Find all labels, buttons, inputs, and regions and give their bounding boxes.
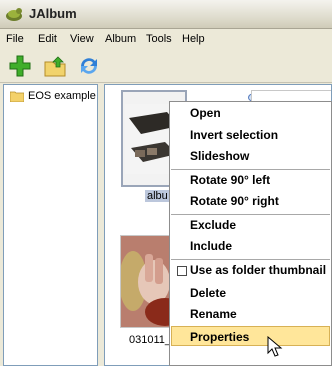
context-menu: Open Invert selection Slideshow Rotate 9… [169, 101, 332, 366]
menu-album[interactable]: Album [105, 33, 136, 45]
menu-tools[interactable]: Tools [146, 33, 172, 45]
folder-thumbnail-checkbox[interactable] [177, 266, 187, 276]
tree-item-eos-example[interactable]: EOS example [10, 90, 96, 102]
jalbum-logo-icon [6, 8, 22, 21]
menu-item-rename[interactable]: Rename [190, 307, 237, 321]
menu-item-properties[interactable]: Properties [190, 330, 249, 344]
menu-item-delete[interactable]: Delete [190, 286, 226, 300]
menu-item-use-as-folder-thumbnail[interactable]: Use as folder thumbnail [190, 263, 326, 277]
menu-item-rotate-right[interactable]: Rotate 90° right [190, 194, 279, 208]
folder-up-icon[interactable] [43, 54, 67, 78]
title-bar[interactable]: JAlbum [0, 0, 332, 29]
thumbnail-caption-selected: albu [145, 190, 170, 202]
refresh-icon[interactable] [77, 54, 101, 78]
menu-help[interactable]: Help [182, 33, 205, 45]
menu-separator [171, 214, 330, 215]
thumbnail-caption: 031011_ [129, 334, 172, 346]
folder-icon [10, 91, 24, 102]
window-title: JAlbum [29, 6, 77, 21]
menu-edit[interactable]: Edit [38, 33, 57, 45]
menu-file[interactable]: File [6, 33, 24, 45]
menu-item-exclude[interactable]: Exclude [190, 218, 236, 232]
add-icon[interactable] [8, 54, 32, 78]
menu-item-invert-selection[interactable]: Invert selection [190, 128, 278, 142]
menu-bar: File Edit View Album Tools Help [0, 30, 332, 49]
menu-view[interactable]: View [70, 33, 94, 45]
tree-item-label: EOS example [28, 90, 96, 102]
mouse-cursor-icon [267, 336, 283, 357]
menu-item-slideshow[interactable]: Slideshow [190, 149, 249, 163]
folder-tree[interactable]: EOS example [3, 84, 98, 366]
menu-item-open[interactable]: Open [190, 106, 221, 120]
menu-separator [171, 259, 330, 260]
menu-separator [171, 169, 330, 170]
menu-item-rotate-left[interactable]: Rotate 90° left [190, 173, 270, 187]
menu-item-include[interactable]: Include [190, 239, 232, 253]
toolbar [0, 49, 332, 83]
